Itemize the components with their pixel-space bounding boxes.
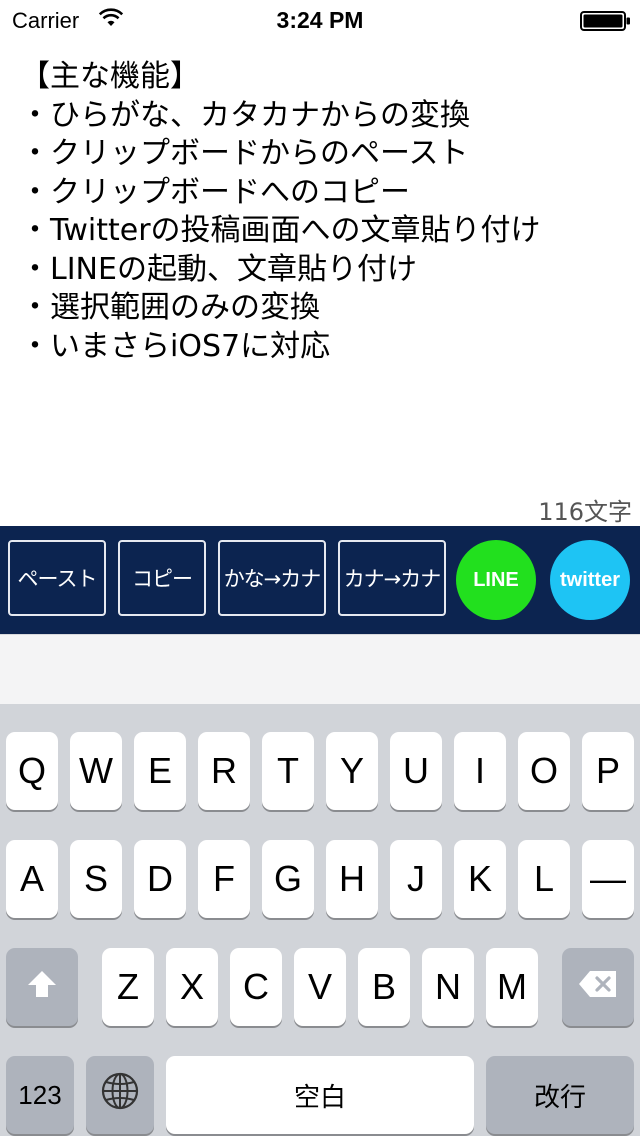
- key-r[interactable]: R: [198, 732, 250, 810]
- key-q[interactable]: Q: [6, 732, 58, 810]
- key-g[interactable]: G: [262, 840, 314, 918]
- key-d[interactable]: D: [134, 840, 186, 918]
- key-s[interactable]: S: [70, 840, 122, 918]
- key-j[interactable]: J: [390, 840, 442, 918]
- text-line: 【主な機能】: [20, 59, 200, 94]
- key-n[interactable]: N: [422, 948, 474, 1026]
- paste-button[interactable]: ペースト: [8, 540, 106, 616]
- key-v[interactable]: V: [294, 948, 346, 1026]
- numbers-key[interactable]: 123: [6, 1056, 74, 1134]
- key-o[interactable]: O: [518, 732, 570, 810]
- text-line: ・ひらがな、カタカナからの変換: [20, 97, 470, 133]
- keyboard-suggestion-bar: [0, 634, 640, 705]
- text-line: ・Twitterの投稿画面への文章貼り付け: [20, 213, 541, 248]
- key-z[interactable]: Z: [102, 948, 154, 1026]
- text-line: ・LINEの起動、文章貼り付け: [20, 251, 417, 287]
- space-key[interactable]: 空白: [166, 1056, 474, 1134]
- katakana-to-halfwidth-button[interactable]: カナ→カナ: [338, 540, 446, 616]
- app-screen: Carrier 3:24 PM 【主な機能】 ・ひらがな、カタカナからの変換 ・…: [0, 0, 640, 1136]
- copy-button[interactable]: コピー: [118, 540, 206, 616]
- keyboard: Q W E R T Y U I O P A S D F G H J K L — …: [0, 704, 640, 1136]
- character-count: 116文字: [538, 498, 632, 526]
- text-line: ・クリップボードからのペースト: [20, 136, 469, 171]
- key-e[interactable]: E: [134, 732, 186, 810]
- key-k[interactable]: K: [454, 840, 506, 918]
- key-f[interactable]: F: [198, 840, 250, 918]
- key-p[interactable]: P: [582, 732, 634, 810]
- line-share-button[interactable]: LINE: [456, 540, 536, 620]
- status-bar: Carrier 3:24 PM: [0, 0, 640, 40]
- text-line: ・クリップボードへのコピー: [20, 174, 410, 210]
- key-u[interactable]: U: [390, 732, 442, 810]
- key-i[interactable]: I: [454, 732, 506, 810]
- text-line: ・いまさらiOS7に対応: [20, 328, 331, 364]
- key-b[interactable]: B: [358, 948, 410, 1026]
- delete-key[interactable]: [562, 948, 634, 1026]
- clock-time: 3:24 PM: [276, 7, 364, 33]
- key-x[interactable]: X: [166, 948, 218, 1026]
- twitter-share-button[interactable]: twitter: [550, 540, 630, 620]
- text-line: ・選択範囲のみの変換: [20, 290, 320, 325]
- key-c[interactable]: C: [230, 948, 282, 1026]
- delete-backspace-icon: [578, 966, 618, 1008]
- text-editor[interactable]: 【主な機能】 ・ひらがな、カタカナからの変換 ・クリップボードからのペースト ・…: [20, 58, 620, 478]
- hiragana-to-katakana-button[interactable]: かな→カナ: [218, 540, 326, 616]
- battery-icon: [580, 11, 632, 35]
- key-a[interactable]: A: [6, 840, 58, 918]
- return-key[interactable]: 改行: [486, 1056, 634, 1134]
- key-t[interactable]: T: [262, 732, 314, 810]
- key-w[interactable]: W: [70, 732, 122, 810]
- globe-key[interactable]: [86, 1056, 154, 1134]
- globe-icon: [100, 1071, 140, 1120]
- key-l[interactable]: L: [518, 840, 570, 918]
- key-m[interactable]: M: [486, 948, 538, 1026]
- shift-key[interactable]: [6, 948, 78, 1026]
- key-h[interactable]: H: [326, 840, 378, 918]
- action-toolbar: ペースト コピー かな→カナ カナ→カナ LINE twitter: [0, 526, 640, 634]
- shift-arrow-icon: [26, 966, 58, 1008]
- key-y[interactable]: Y: [326, 732, 378, 810]
- key-long-dash[interactable]: —: [582, 840, 634, 918]
